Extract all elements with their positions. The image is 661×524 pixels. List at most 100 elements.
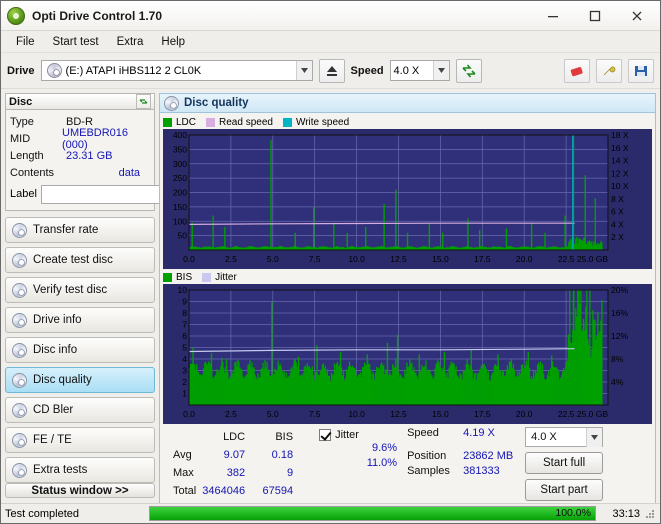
disc-icon: [12, 433, 27, 448]
svg-text:7: 7: [182, 320, 187, 330]
sidebar-item-extra-tests[interactable]: Extra tests: [5, 457, 155, 483]
resize-grip-icon[interactable]: [644, 508, 656, 520]
svg-text:16 X: 16 X: [611, 143, 629, 153]
menu-file[interactable]: File: [7, 34, 44, 50]
svg-text:300: 300: [173, 159, 187, 169]
svg-text:50: 50: [178, 231, 188, 241]
menu-start-test[interactable]: Start test: [44, 34, 108, 50]
status-bar: Test completed 100.0% 33:13: [1, 503, 660, 523]
svg-text:2: 2: [182, 377, 187, 387]
erase-button[interactable]: [564, 59, 590, 83]
speed-stat-value: 4.19 X: [463, 427, 521, 442]
disc-label-caption: Label: [10, 188, 37, 200]
speed-select-value: 4.0 X: [394, 65, 420, 77]
drive-label: Drive: [7, 65, 35, 77]
minimize-button[interactable]: [532, 2, 574, 30]
disc-icon: [12, 373, 27, 388]
stats-header-ldc: LDC: [200, 429, 247, 445]
svg-text:8: 8: [182, 308, 187, 318]
svg-text:2.5: 2.5: [225, 409, 237, 419]
test-speed-select[interactable]: 4.0 X: [525, 427, 603, 447]
progress-bar: 100.0%: [149, 506, 596, 521]
disc-panel-refresh-icon[interactable]: [136, 94, 151, 109]
disc-value-length: 23.31 GB: [66, 150, 112, 162]
disc-panel: Type BD-R MID UMEBDR016 (000) Length 23.…: [5, 109, 155, 211]
position-stat-label: Position: [407, 450, 463, 465]
sidebar-item-drive-info[interactable]: Drive info: [5, 307, 155, 333]
chart-legend-bottom: BIS Jitter: [163, 271, 652, 284]
sidebar-item-verify-test-disc[interactable]: Verify test disc: [5, 277, 155, 303]
close-button[interactable]: [616, 2, 658, 30]
svg-text:5: 5: [182, 343, 187, 353]
svg-text:15.0: 15.0: [432, 254, 449, 264]
disc-icon: [12, 403, 27, 418]
maximize-button[interactable]: [574, 2, 616, 30]
stats-total-ldc: 3464046: [200, 483, 247, 499]
sidebar-item-fe-te[interactable]: FE / TE: [5, 427, 155, 453]
jitter-checkbox-row[interactable]: Jitter: [319, 427, 397, 442]
start-full-button[interactable]: Start full: [525, 452, 603, 474]
jitter-avg: 9.6%: [319, 442, 397, 457]
disc-label-row: Label: [10, 183, 150, 205]
legend-swatch-write-speed: [283, 118, 292, 127]
save-button[interactable]: [628, 59, 654, 83]
disc-key-length: Length: [10, 150, 66, 162]
refresh-button[interactable]: [456, 59, 482, 83]
speed-select[interactable]: 4.0 X: [390, 60, 450, 81]
menu-extra[interactable]: Extra: [108, 34, 153, 50]
tools-button[interactable]: [596, 59, 622, 83]
samples-stat-value: 381333: [463, 465, 521, 480]
svg-text:10: 10: [178, 285, 188, 295]
table-row: Total 3464046 67594: [171, 483, 295, 499]
svg-text:250: 250: [173, 173, 187, 183]
sidebar-nav: Transfer rate Create test disc Verify te…: [5, 217, 155, 483]
svg-text:200: 200: [173, 188, 187, 198]
sidebar-item-create-test-disc[interactable]: Create test disc: [5, 247, 155, 273]
svg-text:17.5: 17.5: [474, 409, 491, 419]
disc-key-contents: Contents: [10, 167, 66, 179]
stats-table: LDC BIS Avg 9.07 0.18 Max 382 9 Total 34…: [169, 427, 297, 501]
meta-labels-column: Speed Position Samples: [407, 427, 463, 501]
legend-swatch-ldc: [163, 118, 172, 127]
svg-text:8%: 8%: [611, 354, 624, 364]
sidebar-item-cd-bler[interactable]: CD Bler: [5, 397, 155, 423]
legend-label-bis: BIS: [176, 272, 192, 283]
svg-text:9: 9: [182, 297, 187, 307]
svg-text:12.5: 12.5: [390, 254, 407, 264]
actions-column: 4.0 X Start full Start part: [525, 427, 607, 501]
stats-avg-ldc: 9.07: [200, 447, 247, 463]
svg-text:22.5: 22.5: [558, 409, 575, 419]
chart-legend-top: LDC Read speed Write speed: [163, 116, 652, 129]
title-bar: Opti Drive Control 1.70: [1, 1, 660, 31]
disc-row-mid: MID UMEBDR016 (000): [10, 130, 150, 147]
legend-label-ldc: LDC: [176, 117, 196, 128]
sidebar-item-disc-quality[interactable]: Disc quality: [5, 367, 155, 393]
content-pane: Disc quality LDC Read speed Write speed …: [159, 89, 660, 503]
legend-label-read-speed: Read speed: [219, 117, 273, 128]
eject-button[interactable]: [319, 59, 345, 83]
status-window-button[interactable]: Status window >>: [5, 483, 155, 498]
jitter-max: 11.0%: [319, 457, 397, 472]
svg-text:12.5: 12.5: [390, 409, 407, 419]
disc-quality-header: Disc quality: [159, 93, 656, 112]
svg-text:8 X: 8 X: [611, 194, 624, 204]
bis-chart: 0.0 2.5 5.0 7.5 10.0 12.5 15.0 17.5 20.0 22.5 25.0…: [163, 284, 652, 424]
sidebar-item-transfer-rate[interactable]: Transfer rate: [5, 217, 155, 243]
svg-text:16%: 16%: [611, 308, 628, 318]
svg-text:350: 350: [173, 144, 187, 154]
svg-text:20.0: 20.0: [516, 254, 533, 264]
sidebar-item-label: FE / TE: [33, 434, 72, 446]
test-speed-value: 4.0 X: [529, 431, 557, 443]
position-stat-value: 23862 MB: [463, 450, 521, 465]
menu-help[interactable]: Help: [152, 34, 194, 50]
svg-text:0.0: 0.0: [183, 409, 195, 419]
drive-select-value: (E:) ATAPI iHBS112 2 CL0K: [66, 65, 202, 77]
stats-area: LDC BIS Avg 9.07 0.18 Max 382 9 Total 34…: [163, 427, 652, 501]
disc-panel-title: Disc: [9, 96, 32, 108]
drive-select[interactable]: (E:) ATAPI iHBS112 2 CL0K: [41, 60, 313, 81]
jitter-checkbox[interactable]: [319, 429, 331, 441]
start-part-button[interactable]: Start part: [525, 479, 603, 501]
disc-icon: [12, 463, 27, 478]
sidebar-item-label: Verify test disc: [33, 284, 107, 296]
sidebar-item-disc-info[interactable]: Disc info: [5, 337, 155, 363]
